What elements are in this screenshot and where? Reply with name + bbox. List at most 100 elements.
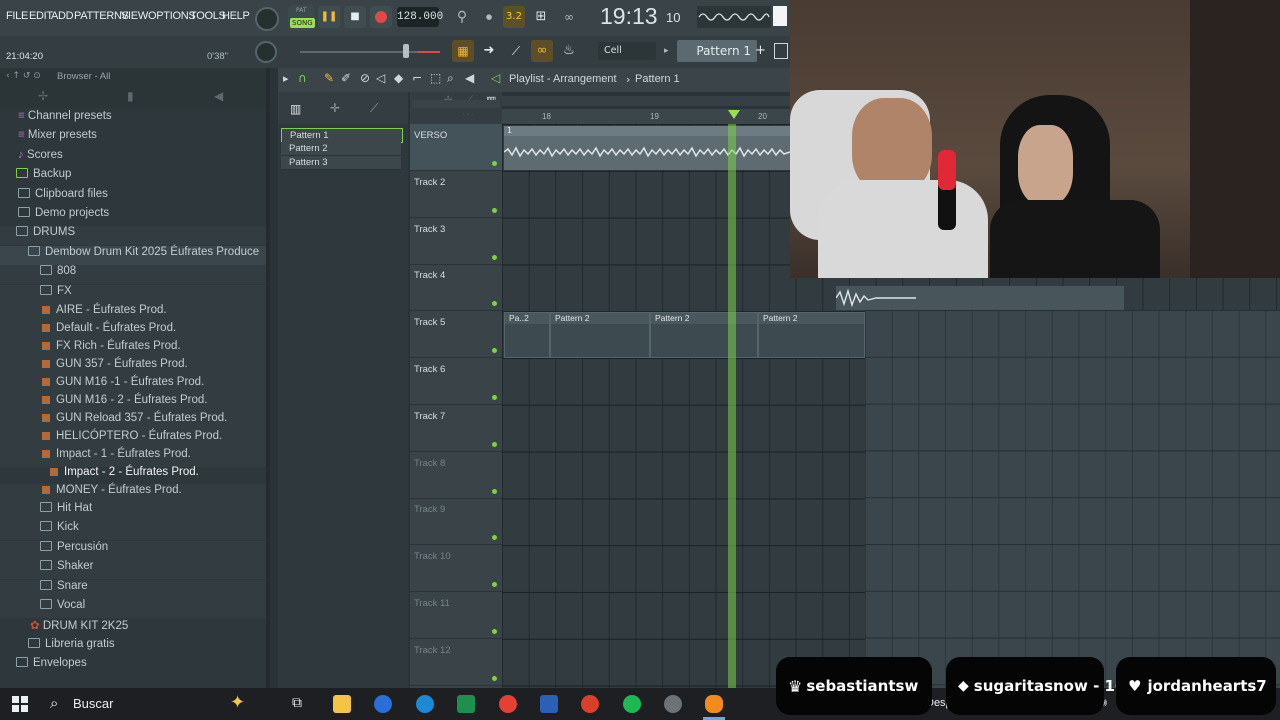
browser-item[interactable]: GUN M16 -1 - Éufrates Prod. — [0, 376, 266, 395]
track-header[interactable]: Track 4 — [410, 264, 502, 312]
browser-item[interactable]: GUN Reload 357 - Éufrates Prod. — [0, 412, 266, 431]
powerpoint-icon[interactable] — [581, 695, 599, 713]
mute-icon[interactable]: ◁ — [376, 71, 385, 85]
playlist-icon[interactable]: ▦ — [452, 40, 474, 62]
step-edit-icon[interactable]: ⊞ — [530, 6, 552, 28]
spotify-icon[interactable] — [623, 695, 641, 713]
windows-start-icon[interactable] — [12, 696, 28, 712]
obs-icon[interactable] — [664, 695, 682, 713]
master-volume-knob[interactable] — [255, 7, 279, 31]
mixer-icon[interactable]: ♨ — [558, 40, 580, 62]
outlook-icon[interactable] — [374, 695, 392, 713]
browser-item[interactable]: ≡ Mixer presets — [0, 129, 266, 148]
track-enable-dot[interactable] — [492, 254, 497, 260]
pattern-item-1[interactable]: Pattern 1 — [281, 128, 403, 143]
horizontal-scrollbar[interactable] — [502, 96, 792, 106]
track-enable-dot[interactable] — [492, 301, 497, 307]
track-header[interactable]: Track 6 — [410, 358, 502, 405]
pattern-clip[interactable]: Pattern 2 — [758, 312, 865, 358]
stop-button[interactable]: ■ — [344, 6, 366, 28]
select-icon[interactable]: ⬚ — [430, 71, 441, 85]
master-slider-handle[interactable] — [403, 44, 409, 58]
pattern-item-3[interactable]: Pattern 3 — [281, 156, 401, 170]
track-header[interactable]: Track 3 — [410, 218, 502, 265]
fl-studio-icon[interactable] — [705, 695, 723, 713]
scroll-bar-strip[interactable] — [412, 100, 500, 108]
browser-item[interactable]: ✿ DRUM KIT 2K25 — [0, 618, 266, 637]
browser-item[interactable]: Snare — [0, 579, 266, 599]
pause-button[interactable]: ❚❚ — [318, 6, 340, 28]
playlist-menu-arrow-icon[interactable]: ▸ — [283, 72, 289, 85]
browser-item[interactable]: Impact - 1 - Éufrates Prod. — [0, 448, 266, 467]
loop-record-icon[interactable]: ∞ — [558, 6, 580, 28]
browser-item[interactable]: Demo projects — [0, 207, 266, 226]
browser-item[interactable]: Backup — [0, 168, 266, 187]
browser-item[interactable]: Shaker — [0, 560, 266, 580]
audio-clip-fragment[interactable] — [836, 286, 1124, 310]
menu-tools[interactable]: TOOLS — [190, 10, 226, 22]
magnet-icon[interactable]: ∩ — [298, 71, 307, 85]
track-enable-dot[interactable] — [492, 441, 497, 447]
track-header[interactable]: Track 11 — [410, 592, 502, 639]
track-enable-dot[interactable] — [492, 675, 497, 681]
browser-item[interactable]: Percusión — [0, 540, 266, 560]
browser-item[interactable]: Impact - 2 - Éufrates Prod. — [0, 466, 266, 485]
snap-select[interactable]: Cell — [598, 42, 656, 60]
pattern-picker-auto-icon[interactable]: ⟋ — [370, 101, 378, 116]
link-icon[interactable]: ∞ — [531, 40, 553, 62]
menu-options[interactable]: OPTIONS — [148, 10, 196, 22]
browser-item[interactable]: AIRE - Éufrates Prod. — [0, 304, 266, 323]
track-header[interactable]: Track 9 — [410, 498, 502, 546]
browser-item[interactable]: Hit Hat — [0, 502, 266, 521]
tempo-display[interactable]: 128.000 — [397, 7, 443, 27]
search-icon[interactable]: ⌕ — [50, 694, 58, 712]
window-toggle-icon[interactable] — [774, 43, 788, 59]
metronome-icon[interactable]: ⚲ — [451, 6, 473, 28]
track-enable-dot[interactable] — [492, 161, 497, 166]
pencil-icon[interactable]: ✎ — [324, 71, 334, 85]
track-header[interactable]: Track 12 — [410, 639, 502, 686]
copilot-sparkle-icon[interactable]: ✦ — [230, 692, 245, 713]
browser-item[interactable]: FX — [0, 284, 266, 304]
record-button[interactable] — [370, 6, 392, 28]
browser-item[interactable]: Kick — [0, 521, 266, 541]
track-header[interactable]: Track 8 — [410, 452, 502, 499]
excel-icon[interactable] — [457, 695, 475, 713]
slice-icon[interactable]: ⌐ — [412, 71, 422, 85]
pattern-clip[interactable]: Pattern 2 — [650, 312, 758, 358]
browser-tool-add-icon[interactable]: ✢ — [38, 89, 48, 103]
browser-item[interactable]: Default - Éufrates Prod. — [0, 322, 266, 341]
browser-item[interactable]: Envelopes — [0, 657, 266, 676]
pattern-picker-piano-icon[interactable]: ▥ — [290, 102, 301, 116]
track-header[interactable]: Track 10 — [410, 545, 502, 593]
menu-help[interactable]: HELP — [222, 10, 250, 22]
arrangement-grid-overflow[interactable] — [865, 310, 1280, 688]
task-view-icon[interactable]: ⧉ — [292, 695, 302, 711]
track-enable-dot[interactable] — [492, 207, 497, 213]
song-pat-toggle[interactable]: PAT SONG — [288, 5, 315, 31]
word-icon[interactable] — [540, 695, 558, 713]
track-header[interactable]: Track 5 — [410, 311, 502, 359]
track-header[interactable]: Track 2 — [410, 171, 502, 218]
chrome-icon[interactable] — [499, 695, 517, 713]
browser-item[interactable]: Clipboard files — [0, 187, 266, 207]
pattern-selector[interactable]: Pattern 1 — [677, 40, 757, 62]
browser-item[interactable]: HELICÓPTERO - Éufrates Prod. — [0, 430, 266, 449]
zoom-icon[interactable]: ⌕ — [447, 71, 454, 86]
track-enable-dot[interactable] — [492, 395, 497, 400]
browser-tool-file-icon[interactable]: ▮ — [127, 89, 134, 103]
browser-item[interactable]: GUN 357 - Éufrates Prod. — [0, 358, 266, 377]
browser-item[interactable]: Libreria gratis — [0, 637, 266, 657]
browser-item[interactable]: FX Rich - Éufrates Prod. — [0, 340, 266, 359]
slip-icon[interactable]: ◆ — [394, 71, 403, 85]
countdown-icon[interactable]: 3.2 — [503, 6, 525, 28]
paint-icon[interactable]: ✐ — [341, 71, 351, 85]
playback-icon[interactable]: ◀ — [465, 71, 474, 85]
browser-tool-speaker-icon[interactable]: ◀ — [214, 89, 223, 103]
menu-view[interactable]: VIEW — [121, 10, 148, 22]
menu-add[interactable]: ADD — [51, 10, 74, 22]
browser-item[interactable]: ♪ Scores — [0, 149, 266, 168]
pattern-clip[interactable]: Pattern 2 — [550, 312, 650, 358]
menu-edit[interactable]: EDIT — [29, 10, 53, 22]
browser-item[interactable]: ≡ Channel presets — [0, 110, 266, 129]
